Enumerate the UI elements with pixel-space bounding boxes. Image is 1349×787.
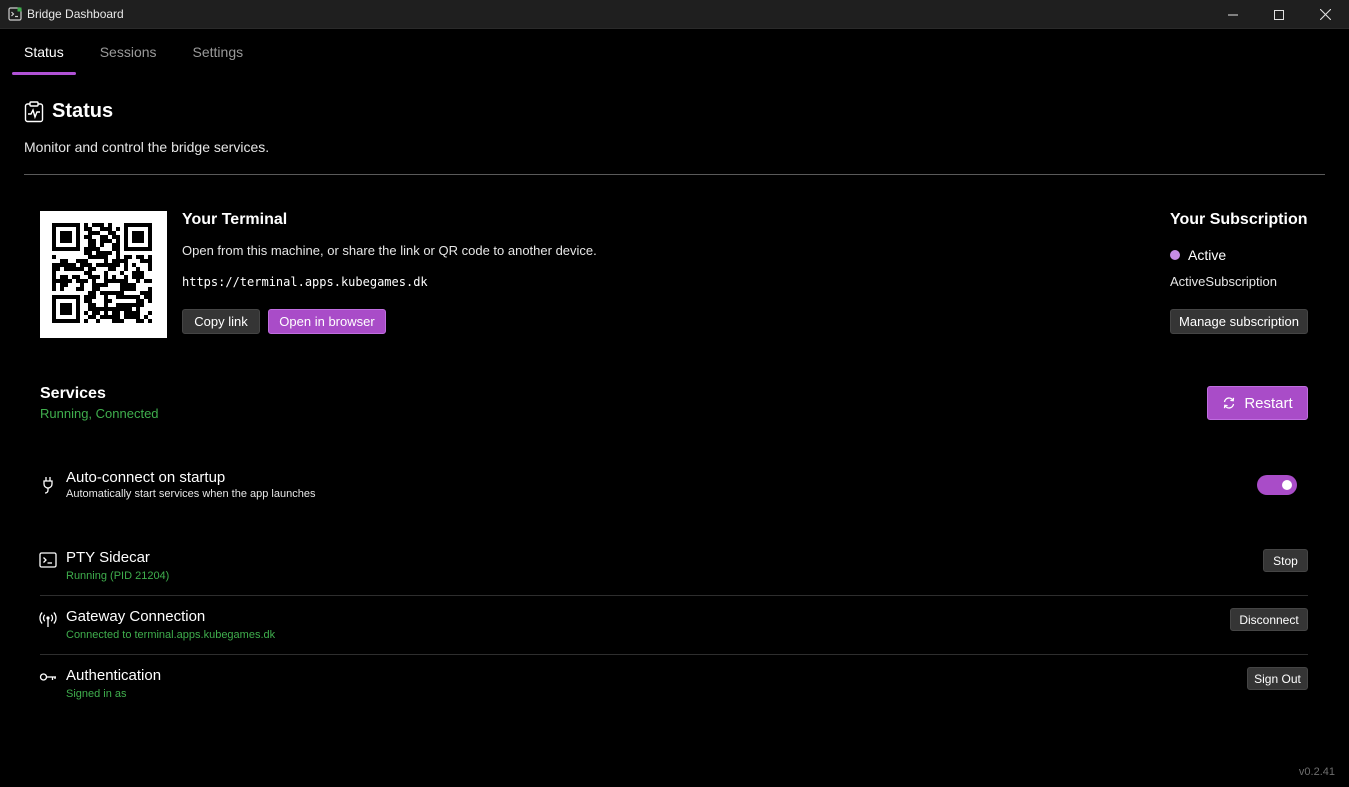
minimize-button[interactable] bbox=[1210, 0, 1256, 29]
pty-sidecar-status: Running (PID 21204) bbox=[66, 570, 170, 582]
services-title: Services bbox=[40, 385, 106, 402]
disconnect-button[interactable]: Disconnect bbox=[1230, 608, 1308, 631]
restart-label: Restart bbox=[1244, 394, 1293, 412]
authentication-title: Authentication bbox=[66, 667, 162, 684]
tab-bar: Status Sessions Settings bbox=[12, 29, 267, 75]
clipboard-pulse-icon bbox=[24, 101, 44, 123]
page-subtitle: Monitor and control the bridge services. bbox=[24, 139, 270, 155]
sign-out-button[interactable]: Sign Out bbox=[1247, 667, 1308, 690]
open-in-browser-button[interactable]: Open in browser bbox=[268, 309, 386, 334]
window-title: Bridge Dashboard bbox=[27, 7, 124, 21]
autoconnect-toggle[interactable] bbox=[1257, 475, 1297, 495]
subscription-status-dot bbox=[1170, 250, 1180, 260]
subscription-title: Your Subscription bbox=[1170, 211, 1308, 228]
tab-status[interactable]: Status bbox=[12, 29, 76, 75]
gateway-connection-status: Connected to terminal.apps.kubegames.dk bbox=[66, 629, 276, 641]
terminal-description: Open from this machine, or share the lin… bbox=[182, 243, 597, 258]
autoconnect-title: Auto-connect on startup bbox=[66, 469, 226, 486]
row-divider bbox=[40, 654, 1308, 655]
autoconnect-description: Automatically start services when the ap… bbox=[66, 488, 316, 500]
qr-code bbox=[40, 211, 167, 338]
qr-code-image bbox=[52, 223, 152, 323]
copy-link-button[interactable]: Copy link bbox=[182, 309, 260, 334]
page-title: Status bbox=[52, 100, 114, 122]
title-bar[interactable]: Bridge Dashboard bbox=[0, 0, 1349, 29]
minimize-icon bbox=[1228, 14, 1238, 15]
terminal-icon bbox=[39, 552, 57, 568]
version-label: v0.2.41 bbox=[1298, 766, 1335, 778]
row-divider bbox=[40, 595, 1308, 596]
maximize-button[interactable] bbox=[1256, 0, 1302, 29]
gateway-connection-title: Gateway Connection bbox=[66, 608, 206, 625]
restart-button[interactable]: Restart bbox=[1207, 386, 1308, 420]
refresh-icon bbox=[1224, 397, 1235, 409]
toggle-knob bbox=[1282, 480, 1292, 490]
maximize-icon bbox=[1274, 9, 1284, 20]
key-icon bbox=[39, 673, 56, 681]
broadcast-icon bbox=[39, 612, 57, 627]
terminal-url: https://terminal.apps.kubegames.dk bbox=[182, 275, 428, 289]
header-divider bbox=[24, 174, 1325, 175]
subscription-status: Active bbox=[1188, 247, 1227, 263]
authentication-status: Signed in as bbox=[66, 688, 127, 700]
manage-subscription-button[interactable]: Manage subscription bbox=[1170, 309, 1308, 334]
close-icon bbox=[1319, 9, 1331, 20]
pty-sidecar-title: PTY Sidecar bbox=[66, 549, 150, 566]
app-window: Bridge Dashboard Status Sessions Setting… bbox=[0, 0, 1349, 787]
plug-icon bbox=[43, 477, 53, 494]
services-status: Running, Connected bbox=[40, 406, 159, 421]
terminal-title: Your Terminal bbox=[182, 211, 288, 228]
subscription-name: ActiveSubscription bbox=[1170, 274, 1277, 289]
tab-settings[interactable]: Settings bbox=[181, 29, 256, 75]
close-button[interactable] bbox=[1302, 0, 1348, 29]
terminal-app-icon bbox=[8, 7, 22, 21]
stop-button[interactable]: Stop bbox=[1263, 549, 1308, 572]
tab-sessions[interactable]: Sessions bbox=[88, 29, 169, 75]
